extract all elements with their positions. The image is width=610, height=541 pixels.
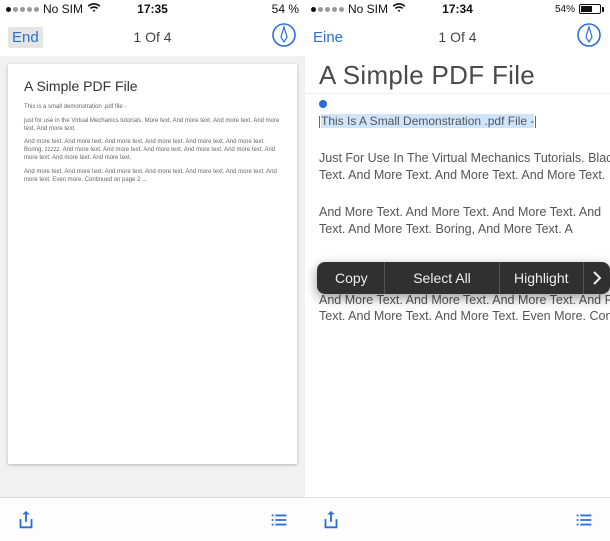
doc-line: And More Text. And More Text. And More T… <box>319 205 601 219</box>
list-icon <box>573 509 595 531</box>
signal-dots-icon <box>6 7 39 12</box>
carrier-label: No SIM <box>348 2 388 16</box>
back-button[interactable]: End <box>8 27 43 48</box>
context-menu: Copy Select All Highlight <box>317 262 610 294</box>
nav-bar: End 1 Of 4 <box>0 18 305 56</box>
text-cursor-icon <box>319 116 320 128</box>
doc-line: And more text. And more text. And more t… <box>24 169 281 185</box>
page-indicator: 1 Of 4 <box>438 29 476 45</box>
doc-paragraph[interactable]: Just For Use In The Virtual Mechanics Tu… <box>305 144 610 190</box>
text-cursor-icon <box>535 116 536 128</box>
doc-line: And more text. And more text. And more t… <box>24 139 281 162</box>
status-bar: No SIM 17:34 54% <box>305 0 610 18</box>
share-button[interactable] <box>14 508 38 532</box>
share-icon <box>320 509 342 531</box>
doc-line: Text. And More Text. Boring, And More Te… <box>319 221 610 238</box>
outline-button[interactable] <box>267 508 291 532</box>
outline-button[interactable] <box>572 508 596 532</box>
doc-paragraph[interactable]: And More Text. And More Text. And More T… <box>305 198 610 244</box>
context-menu-select-all[interactable]: Select All <box>385 262 500 294</box>
status-time: 17:35 <box>137 2 168 16</box>
signal-dots-icon <box>311 7 344 12</box>
right-screen: No SIM 17:34 54% Eine 1 Of 4 A Simple PD… <box>305 0 610 541</box>
divider <box>305 93 610 94</box>
carrier-label: No SIM <box>43 2 83 16</box>
list-icon <box>268 509 290 531</box>
document-viewport[interactable]: A Simple PDF File This is a small demons… <box>0 56 305 500</box>
context-menu-copy[interactable]: Copy <box>317 262 385 294</box>
bottom-toolbar <box>0 497 305 541</box>
doc-line: just for use in the Virtual Mechanics tu… <box>24 118 281 134</box>
context-menu-highlight[interactable]: Highlight <box>500 262 583 294</box>
back-button[interactable]: Eine <box>313 29 343 46</box>
annotate-button[interactable] <box>576 22 602 53</box>
battery-icon <box>579 4 604 14</box>
document-viewport-zoomed[interactable]: A Simple PDF File This Is A Small Demons… <box>305 56 610 500</box>
wifi-icon <box>392 2 406 16</box>
wifi-icon <box>87 2 101 16</box>
selected-text-line[interactable]: This Is A Small Demonstration .pdf File … <box>305 110 610 132</box>
page-indicator: 1 Of 4 <box>133 29 171 45</box>
annotate-button[interactable] <box>271 22 297 53</box>
battery-percent: 54 % <box>272 2 299 16</box>
status-bar: No SIM 17:35 54 % <box>0 0 305 18</box>
text-selection: This Is A Small Demonstration .pdf File … <box>321 114 534 128</box>
doc-title: A Simple PDF File <box>24 78 281 94</box>
doc-line: Text. And More Text. And More Text. Even… <box>319 308 610 325</box>
pen-icon <box>271 22 297 48</box>
pen-icon <box>576 22 602 48</box>
share-button[interactable] <box>319 508 343 532</box>
doc-line: This is a small demonstration .pdf file … <box>24 104 281 112</box>
share-icon <box>15 509 37 531</box>
doc-line: And More Text. And More Text. And More T… <box>319 293 610 307</box>
selection-handle-top-icon[interactable] <box>319 100 327 108</box>
doc-line: Just For Use In The Virtual Mechanics Tu… <box>319 151 610 165</box>
nav-bar: Eine 1 Of 4 <box>305 18 610 56</box>
status-time: 17:34 <box>442 2 473 16</box>
context-menu-more[interactable] <box>584 262 610 294</box>
left-screen: No SIM 17:35 54 % End 1 Of 4 A Simple PD… <box>0 0 305 541</box>
chevron-right-icon <box>592 271 602 285</box>
doc-title-large: A Simple PDF File <box>305 56 610 93</box>
battery-percent: 54% <box>555 4 575 15</box>
doc-line: Text. And More Text. And More Text. And … <box>319 167 610 184</box>
bottom-toolbar <box>305 497 610 541</box>
pdf-page-1: A Simple PDF File This is a small demons… <box>8 64 297 464</box>
